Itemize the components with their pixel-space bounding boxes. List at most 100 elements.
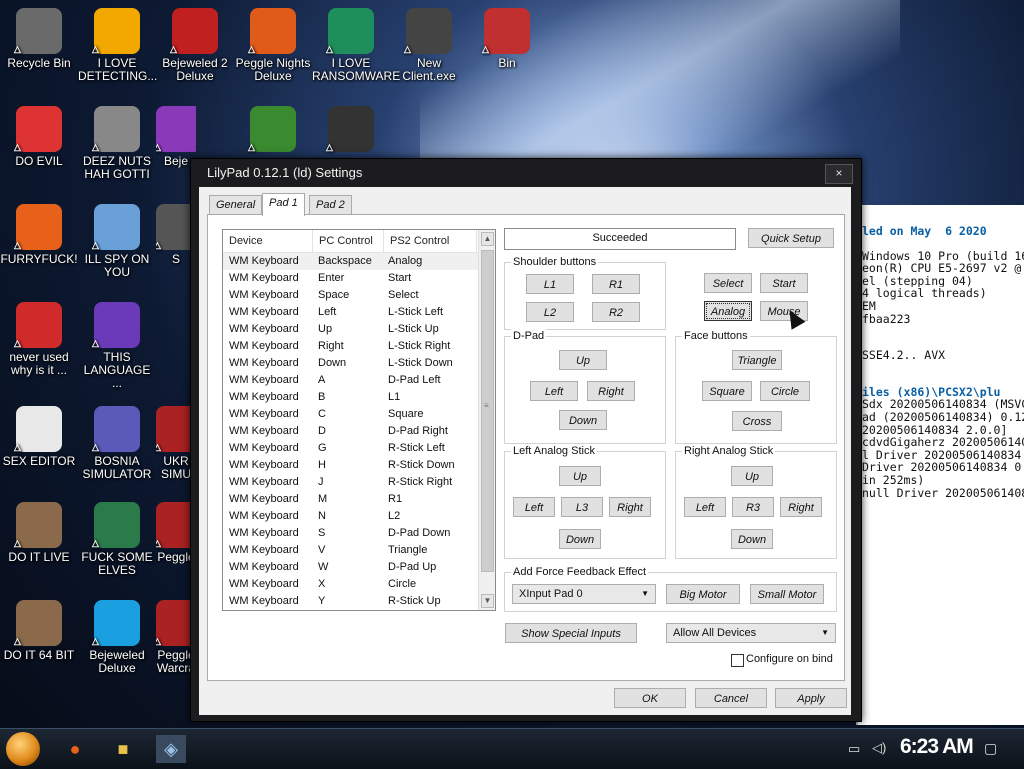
desktop-icon[interactable]: △ FUCK SOME ELVES: [78, 502, 156, 577]
ok-button[interactable]: OK: [614, 688, 686, 708]
tab-pad-1[interactable]: Pad 1: [262, 193, 305, 216]
right-stick-left-button[interactable]: Left: [684, 497, 726, 517]
close-button[interactable]: ×: [825, 164, 853, 184]
desktop-icon[interactable]: △ ILL SPY ON YOU: [78, 204, 156, 279]
scroll-up-icon[interactable]: ▲: [481, 232, 494, 246]
desktop-icon[interactable]: △ DO IT 64 BIT: [0, 600, 78, 662]
column-pc-control[interactable]: PC Control: [313, 230, 384, 252]
bindings-list[interactable]: Device PC Control PS2 Control WM Keyboar…: [222, 229, 496, 611]
right-stick-down-button[interactable]: Down: [731, 529, 773, 549]
desktop-icon[interactable]: △ Peggle Nights Deluxe: [234, 8, 312, 83]
right-stick-up-button[interactable]: Up: [731, 466, 773, 486]
list-scrollbar[interactable]: ▲ ≡ ▼: [478, 230, 495, 610]
scroll-thumb[interactable]: ≡: [481, 250, 494, 572]
l2-button[interactable]: L2: [526, 302, 574, 322]
table-row[interactable]: WM Keyboard Enter Start: [223, 270, 495, 287]
allow-devices-select[interactable]: Allow All Devices ▼: [666, 623, 836, 643]
desktop-icon[interactable]: △ BOSNIA SIMULATOR: [78, 406, 156, 481]
big-motor-button[interactable]: Big Motor: [666, 584, 740, 604]
desktop-icon[interactable]: △ DEEZ NUTS HAH GOTTI: [78, 106, 156, 181]
scroll-down-icon[interactable]: ▼: [481, 594, 494, 608]
right-stick-right-button[interactable]: Right: [780, 497, 822, 517]
small-motor-button[interactable]: Small Motor: [750, 584, 824, 604]
table-row[interactable]: WM Keyboard S D-Pad Down: [223, 525, 495, 542]
d-pad-up-button[interactable]: Up: [559, 350, 607, 370]
quick-setup-button[interactable]: Quick Setup: [748, 228, 834, 248]
table-row[interactable]: WM Keyboard X Circle: [223, 576, 495, 593]
desktop-icon[interactable]: △ never used why is it ...: [0, 302, 78, 377]
column-device[interactable]: Device: [223, 230, 313, 252]
volume-icon[interactable]: ◁): [872, 740, 886, 756]
title-bar[interactable]: LilyPad 0.12.1 (ld) Settings ×: [191, 159, 861, 187]
table-row[interactable]: WM Keyboard N L2: [223, 508, 495, 525]
left-stick-up-button[interactable]: Up: [559, 466, 601, 486]
l1-button[interactable]: L1: [526, 274, 574, 294]
square-button[interactable]: Square: [702, 381, 752, 401]
triangle-button[interactable]: Triangle: [732, 350, 782, 370]
table-row[interactable]: WM Keyboard W D-Pad Up: [223, 559, 495, 576]
d-pad-left-button[interactable]: Left: [530, 381, 578, 401]
configure-on-bind-checkbox[interactable]: [731, 654, 744, 667]
desktop-icon[interactable]: △ Bejeweled Deluxe: [78, 600, 156, 675]
network-icon[interactable]: ▭: [848, 741, 860, 757]
desktop-icon[interactable]: △ I LOVE DETECTING...: [78, 8, 157, 83]
desktop-icon[interactable]: △ DO EVIL: [0, 106, 78, 168]
taskbar-clock[interactable]: 6:23 AM: [900, 735, 974, 759]
table-row[interactable]: WM Keyboard Down L-Stick Down: [223, 355, 495, 372]
desktop-icon[interactable]: △ FURRYFUCK!: [0, 204, 78, 266]
start-button[interactable]: Start: [760, 273, 808, 293]
r3-button[interactable]: R3: [732, 497, 774, 517]
table-row[interactable]: WM Keyboard A D-Pad Left: [223, 372, 495, 389]
start-button-icon[interactable]: [6, 732, 40, 766]
table-row[interactable]: WM Keyboard G R-Stick Left: [223, 440, 495, 457]
cancel-button[interactable]: Cancel: [695, 688, 767, 708]
select-button[interactable]: Select: [704, 273, 752, 293]
circle-button[interactable]: Circle: [760, 381, 810, 401]
table-row[interactable]: WM Keyboard Space Select: [223, 287, 495, 304]
desktop-icon[interactable]: △ Bejeweled 2 Deluxe: [156, 8, 234, 83]
table-row[interactable]: WM Keyboard Left L-Stick Left: [223, 304, 495, 321]
notifications-icon[interactable]: ▢: [984, 740, 997, 757]
desktop-icon[interactable]: △ New Client.exe: [390, 8, 468, 83]
table-row[interactable]: WM Keyboard Up L-Stick Up: [223, 321, 495, 338]
l3-button[interactable]: L3: [561, 497, 603, 517]
chevron-down-icon: ▼: [641, 589, 649, 598]
pcsx2-taskbar-icon[interactable]: ◈: [156, 735, 186, 763]
table-row[interactable]: WM Keyboard H R-Stick Down: [223, 457, 495, 474]
table-row[interactable]: WM Keyboard C Square: [223, 406, 495, 423]
table-row[interactable]: WM Keyboard B L1: [223, 389, 495, 406]
table-row[interactable]: WM Keyboard V Triangle: [223, 542, 495, 559]
column-ps2-control[interactable]: PS2 Control: [384, 230, 477, 252]
cross-button[interactable]: Cross: [732, 411, 782, 431]
table-row[interactable]: WM Keyboard M R1: [223, 491, 495, 508]
table-row[interactable]: WM Keyboard Y R-Stick Up: [223, 593, 495, 610]
left-stick-left-button[interactable]: Left: [513, 497, 555, 517]
d-pad-down-button[interactable]: Down: [559, 410, 607, 430]
tab-general[interactable]: General: [209, 195, 263, 214]
d-pad-right-button[interactable]: Right: [587, 381, 635, 401]
table-row[interactable]: WM Keyboard J R-Stick Right: [223, 474, 495, 491]
file-explorer-taskbar-icon[interactable]: ■: [108, 735, 138, 763]
desktop-icon[interactable]: △ THIS LANGUAGE ...: [78, 302, 156, 390]
left-stick-down-button[interactable]: Down: [559, 529, 601, 549]
analog-button[interactable]: Analog: [704, 301, 752, 321]
desktop-icon[interactable]: △: [312, 106, 390, 155]
desktop-icon[interactable]: △ Bin: [468, 8, 546, 70]
r1-button[interactable]: R1: [592, 274, 640, 294]
table-row[interactable]: WM Keyboard D D-Pad Right: [223, 423, 495, 440]
desktop-icon[interactable]: △: [234, 106, 312, 155]
desktop-icon[interactable]: △ DO IT LIVE: [0, 502, 78, 564]
tab-pad-2[interactable]: Pad 2: [309, 195, 352, 214]
apply-button[interactable]: Apply: [775, 688, 847, 708]
desktop-icon[interactable]: △ SEX EDITOR: [0, 406, 78, 468]
table-row[interactable]: WM Keyboard Backspace Analog: [223, 253, 495, 270]
r2-button[interactable]: R2: [592, 302, 640, 322]
desktop-icon[interactable]: △ Recycle Bin: [0, 8, 78, 70]
table-row[interactable]: WM Keyboard Right L-Stick Right: [223, 338, 495, 355]
console-line: eon(R) CPU E5-2697 v2 @: [862, 262, 1022, 275]
firefox-taskbar-icon[interactable]: ●: [60, 735, 90, 763]
show-special-inputs-button[interactable]: Show Special Inputs: [505, 623, 637, 643]
desktop-icon[interactable]: △ I LOVE RANSOMWARE: [312, 8, 400, 83]
force-feedback-device-select[interactable]: XInput Pad 0 ▼: [512, 584, 656, 604]
left-stick-right-button[interactable]: Right: [609, 497, 651, 517]
